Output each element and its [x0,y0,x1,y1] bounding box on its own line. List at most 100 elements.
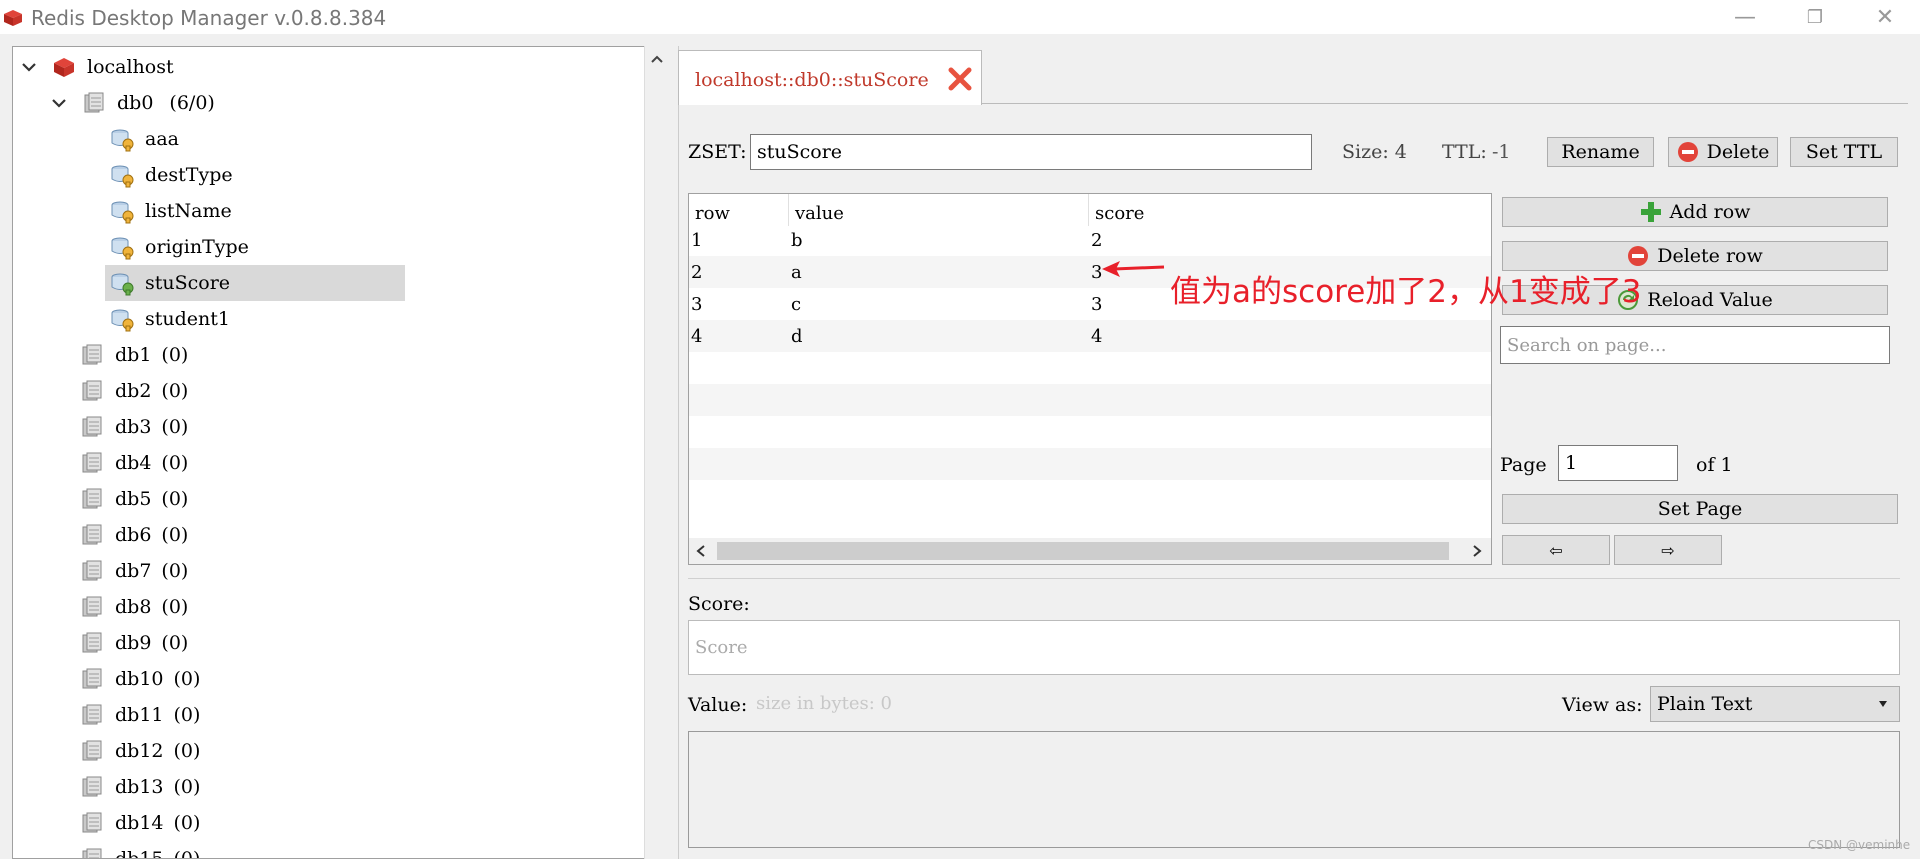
db-count: (0) [161,344,189,366]
tree-item-db15[interactable]: db15 (0) [79,841,200,858]
value-editor[interactable] [688,731,1900,848]
tree-item-db5[interactable]: db5 (0) [79,481,188,517]
scroll-up-icon[interactable] [650,54,664,64]
close-button[interactable]: ✕ [1850,0,1920,34]
tab-bar-divider [982,103,1908,104]
db-name: db12 [115,740,164,762]
search-input[interactable]: Search on page... [1500,326,1890,364]
database-icon [82,488,102,509]
view-as-value: Plain Text [1657,693,1753,715]
key-label: aaa [145,128,179,150]
key-name-input[interactable]: stuScore [750,134,1312,170]
tree-item-db13[interactable]: db13 (0) [79,769,200,805]
scroll-right-icon[interactable] [1471,544,1483,558]
db-name: db7 [115,560,152,582]
db-count: (0) [161,416,189,438]
db-name: db8 [115,596,152,618]
tree-key-listName[interactable]: listName [109,193,232,229]
tree-item-db14[interactable]: db14 (0) [79,805,200,841]
tree-scrollbar[interactable] [644,46,669,859]
tree-item-db10[interactable]: db10 (0) [79,661,200,697]
db-name: db5 [115,488,152,510]
scroll-left-icon[interactable] [695,544,707,558]
db-count: (0) [173,668,201,690]
cell-value: d [791,325,803,347]
divider [688,578,1900,579]
tree-item-db8[interactable]: db8 (0) [79,589,188,625]
db-name: db6 [115,524,152,546]
view-as-select[interactable]: Plain Text [1650,686,1900,722]
chevron-down-icon[interactable] [51,95,67,111]
tree-item-db1[interactable]: db1 (0) [79,337,188,373]
tree-key-destType[interactable]: destType [109,157,233,193]
tree-item-server[interactable]: localhost [21,49,174,85]
delete-row-label: Delete row [1657,245,1763,267]
restore-button[interactable]: ❐ [1780,0,1850,34]
table-horizontal-scrollbar[interactable] [689,538,1491,564]
key-icon [111,129,134,152]
database-icon [82,596,102,617]
cell-row: 4 [691,325,703,347]
cell-value: c [791,293,802,315]
close-tab-icon[interactable] [946,65,974,93]
db-count: (0) [161,380,189,402]
page-input[interactable]: 1 [1558,445,1678,481]
tree-item-db6[interactable]: db6 (0) [79,517,188,553]
key-label: stuScore [145,272,231,294]
tree-item-db2[interactable]: db2 (0) [79,373,188,409]
tree-item-db11[interactable]: db11 (0) [79,697,200,733]
add-row-button[interactable]: Add row [1502,197,1888,227]
tree-item-db0[interactable]: db0 (6/0) [51,85,215,121]
page-of-label: of 1 [1696,454,1733,476]
database-icon [82,632,102,653]
ttl-value: -1 [1492,141,1511,163]
rename-button[interactable]: Rename [1547,137,1654,167]
set-ttl-button[interactable]: Set TTL [1790,137,1898,167]
key-label: originType [145,236,249,258]
next-page-button[interactable]: ⇨ [1614,535,1722,565]
tree-key-aaa[interactable]: aaa [109,121,179,157]
set-page-button[interactable]: Set Page [1502,494,1898,524]
table-row[interactable]: 4 d 4 [689,320,1491,352]
minimize-button[interactable]: — [1710,0,1780,34]
table-row[interactable]: 1 b 2 [689,224,1491,256]
db-count: (0) [173,776,201,798]
tree-item-db4[interactable]: db4 (0) [79,445,188,481]
annotation-arrow-icon [1102,261,1165,277]
tree-key-originType[interactable]: originType [109,229,249,265]
score-label: Score: [688,593,750,615]
db-name: db3 [115,416,152,438]
chevron-down-icon[interactable] [21,59,37,75]
database-icon [82,704,102,725]
scrollbar-thumb[interactable] [717,542,1449,560]
tree-key-stuScore[interactable]: stuScore [105,265,405,301]
db-name: db1 [115,344,152,366]
db-name: db13 [115,776,164,798]
db-name: db2 [115,380,152,402]
value-label: Value: [688,694,748,716]
score-input[interactable]: Score [688,620,1900,675]
tree-item-db7[interactable]: db7 (0) [79,553,188,589]
database-icon [82,776,102,797]
database-icon [82,740,102,761]
delete-key-button[interactable]: Delete [1668,137,1778,167]
column-header-row[interactable]: row [689,194,789,226]
cell-value: a [791,261,802,283]
add-row-label: Add row [1669,201,1751,223]
values-table: row value score 1 b 2 2 a 3 3 c 3 4 d 4 [688,193,1492,565]
tree-item-db3[interactable]: db3 (0) [79,409,188,445]
previous-page-button[interactable]: ⇦ [1502,535,1610,565]
tree-item-db12[interactable]: db12 (0) [79,733,200,769]
key-label: listName [145,200,232,222]
key-icon [111,309,134,332]
db-count: (0) [161,488,189,510]
reload-value-label: Reload Value [1647,289,1773,311]
db-count: (0) [161,452,189,474]
tree-key-student1[interactable]: student1 [109,301,230,337]
tree-item-db9[interactable]: db9 (0) [79,625,188,661]
tab-stuScore[interactable]: localhost::db0::stuScore [678,50,982,105]
database-icon [82,380,102,401]
column-header-score[interactable]: score [1089,194,1491,226]
db-count: (0) [161,632,189,654]
column-header-value[interactable]: value [789,194,1089,226]
